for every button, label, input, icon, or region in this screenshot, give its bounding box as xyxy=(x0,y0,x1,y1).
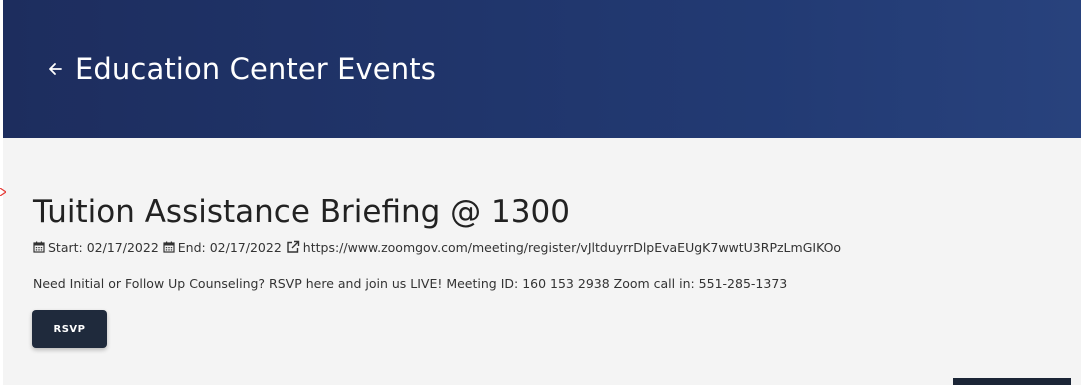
back-link[interactable]: Education Center Events xyxy=(47,52,436,86)
rsvp-button[interactable]: RSVP xyxy=(32,310,107,348)
event-title: Tuition Assistance Briefing @ 1300 xyxy=(33,194,570,230)
event-meta: Start: 02/17/2022 End: 02/17/2022 https:… xyxy=(33,238,841,256)
event-description: Need Initial or Follow Up Counseling? RS… xyxy=(33,276,788,291)
event-meeting-link[interactable]: https://www.zoomgov.com/meeting/register… xyxy=(303,240,841,255)
annotation-arrow-icon xyxy=(0,188,6,196)
calendar-icon xyxy=(163,241,175,253)
event-card: Tuition Assistance Briefing @ 1300 Start… xyxy=(3,138,1081,385)
event-start-date: Start: 02/17/2022 xyxy=(48,239,159,255)
arrow-left-icon[interactable] xyxy=(47,61,63,77)
page-header: Education Center Events xyxy=(3,0,1081,138)
footer-element xyxy=(953,378,1071,385)
external-link-icon xyxy=(286,240,300,254)
page-title: Education Center Events xyxy=(75,52,436,86)
event-end-date: End: 02/17/2022 xyxy=(177,239,282,255)
calendar-icon xyxy=(33,241,45,253)
